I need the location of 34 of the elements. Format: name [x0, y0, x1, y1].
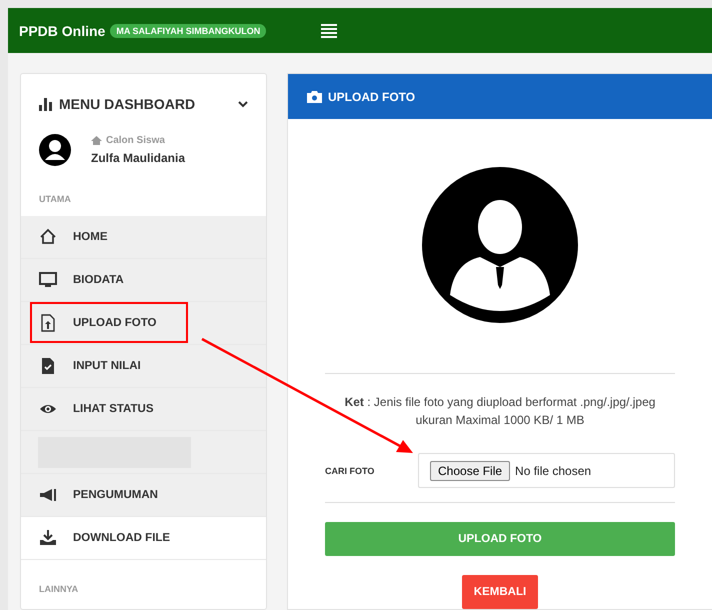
section-label: LAINNYA [38, 583, 80, 594]
monitor-icon [39, 271, 57, 289]
sidebar-item[interactable]: DOWNLOAD FILE [21, 517, 266, 560]
avatar-icon [39, 134, 71, 166]
choose-file-button[interactable]: Choose File [430, 460, 510, 480]
app-title: PPDB Online [19, 22, 106, 38]
file-status: No file chosen [515, 464, 592, 478]
check-icon [39, 357, 57, 375]
camera-icon [307, 90, 322, 103]
sidebar-item[interactable]: BIODATA [21, 259, 266, 302]
megaphone-icon [39, 486, 57, 504]
file-input-field[interactable]: Choose File No file chosen [418, 453, 675, 488]
menu-icon[interactable] [321, 24, 338, 38]
bar-chart-icon [39, 98, 53, 110]
user-role: Calon Siswa [106, 135, 165, 146]
section-label: UTAMA [38, 193, 72, 206]
sidebar-item[interactable]: HOME [21, 216, 266, 259]
home-icon [39, 228, 57, 246]
school-badge: MA SALAFIYAH SIMBANGKULON [110, 24, 266, 38]
panel-title: UPLOAD FOTO [328, 90, 416, 104]
file-note: Ket : Jenis file foto yang diupload berformat .png/.jpg/.jpeg ukuran Maximal 1000 KB/ 1 MB [344, 394, 656, 429]
profile-silhouette-icon [422, 167, 578, 323]
house-icon [91, 136, 102, 145]
sidebar-item[interactable]: INPUT NILAI [21, 345, 266, 388]
sidebar-item[interactable]: LIHAT STATUS [21, 388, 266, 431]
sidebar-item[interactable]: PENGUMUMAN [21, 474, 266, 517]
chevron-down-icon[interactable] [238, 100, 248, 108]
back-button[interactable]: KEMBALI [462, 575, 538, 609]
download-icon [39, 529, 57, 547]
field-label: CARI FOTO [325, 466, 376, 476]
sidebar-item[interactable]: UPLOAD FOTO [21, 302, 266, 345]
menu-heading: MENU DASHBOARD [59, 96, 196, 112]
user-name: Zulfa Maulidania [91, 151, 186, 165]
upload-icon [39, 314, 57, 332]
